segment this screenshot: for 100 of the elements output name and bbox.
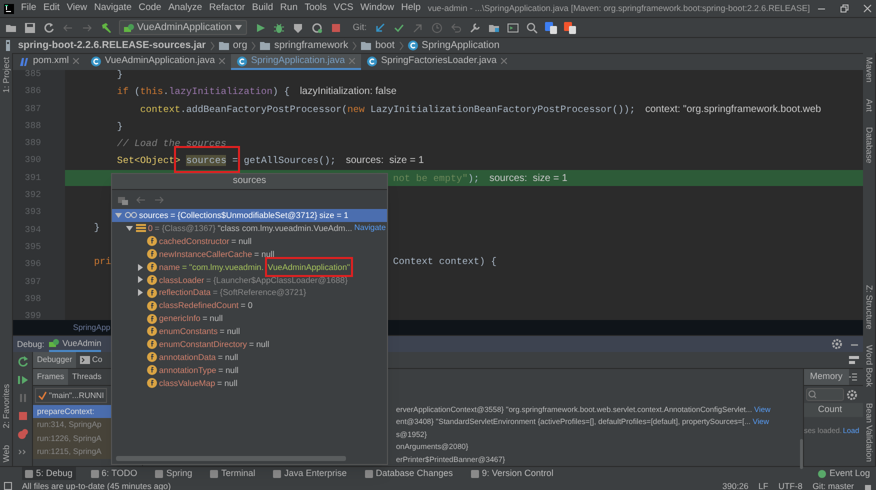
profiler-icon[interactable] — [310, 22, 323, 34]
tool-window-tab[interactable]: Database — [862, 127, 876, 164]
breakpoints-icon[interactable] — [16, 428, 28, 440]
down-left-arrow-icon[interactable] — [374, 22, 386, 34]
menu-item[interactable]: Tools — [304, 1, 327, 16]
tool-window-tab[interactable]: Java Enterprise — [270, 467, 350, 480]
menu-item[interactable]: Edit — [43, 1, 60, 16]
settings-icon[interactable] — [847, 390, 857, 400]
menu-item[interactable]: Run — [280, 1, 298, 16]
close-icon[interactable] — [500, 58, 507, 64]
tree-row[interactable]: annotationData = null — [112, 350, 387, 364]
close-icon[interactable] — [862, 4, 872, 13]
tree-row[interactable]: genericInfo = null — [112, 312, 387, 326]
tree-row[interactable]: newInstanceCallerCache = null — [112, 248, 387, 261]
tree-row[interactable]: name = "com.lmy.vueadmin. VueAdminApplication" — [112, 260, 387, 274]
frames-tab[interactable]: Frames — [33, 369, 68, 385]
translate-icon[interactable] — [544, 22, 557, 34]
wrench-icon[interactable] — [468, 22, 481, 34]
editor-tab[interactable]: pom.xml — [13, 54, 85, 70]
tool-window-tab[interactable]: Web — [0, 444, 12, 462]
tool-window-tab[interactable]: Z: Structure — [862, 284, 876, 330]
variable-value: = null — [254, 248, 274, 260]
breadcrumb-item[interactable]: SpringApplication — [422, 38, 500, 53]
menu-item[interactable]: Analyze — [168, 1, 202, 16]
frames-tab[interactable]: Threads — [68, 369, 106, 385]
status-item[interactable]: 390:26 — [722, 480, 748, 490]
search-icon[interactable] — [526, 22, 538, 34]
settings-icon[interactable] — [832, 339, 842, 349]
terminal-icon[interactable] — [506, 22, 519, 34]
menu-item[interactable]: VCS — [334, 1, 354, 16]
checkmark-icon[interactable] — [392, 22, 405, 34]
translate-icon[interactable] — [564, 22, 576, 34]
tool-window-tab[interactable]: Spring — [152, 467, 196, 480]
shield-icon[interactable] — [292, 22, 304, 34]
editor-tab[interactable]: VueAdminApplication.java — [84, 54, 231, 70]
menu-item[interactable]: Refactor — [209, 1, 246, 16]
thread-dropdown[interactable]: "main"...RUNNI — [35, 388, 107, 403]
resume-icon[interactable] — [16, 374, 28, 386]
menu-item[interactable]: Window — [360, 1, 394, 16]
tree-row[interactable]: enumConstants = null — [112, 325, 387, 338]
stop-icon[interactable] — [330, 22, 342, 34]
navigate-link[interactable]: Navigate — [354, 222, 386, 234]
tool-window-tab[interactable]: 9: Version Control — [468, 467, 556, 480]
tree-row[interactable]: 0 = {Class@1367} "class com.lmy.vueadmin.VueAdm... Navigate — [112, 222, 387, 235]
status-item[interactable]: Git: master — [812, 480, 854, 490]
editor-tab[interactable]: SpringFactoriesLoader.java — [360, 54, 513, 70]
caret-icon — [234, 25, 242, 30]
tree-row[interactable]: sources = {Collections$UnmodifiableSet@3712} size = 1 — [112, 209, 387, 222]
close-icon[interactable] — [72, 58, 79, 64]
save-icon[interactable] — [24, 22, 36, 34]
tool-window-tab[interactable]: Ant — [862, 98, 876, 112]
tree-row[interactable]: classValueMap = null — [112, 376, 387, 390]
tree-row[interactable]: enumConstantDirectory = null — [112, 338, 387, 351]
tool-window-tab[interactable]: Maven — [862, 57, 876, 83]
tool-window-tab[interactable]: 2: Favorites — [0, 384, 12, 429]
stop-icon[interactable] — [16, 410, 28, 422]
editor-breadcrumb[interactable]: SpringApp — [73, 322, 110, 334]
rerun-icon[interactable] — [16, 356, 28, 368]
tree-row[interactable]: classRedefinedCount = 0 — [112, 299, 387, 312]
menu-icon[interactable] — [848, 373, 857, 381]
tool-window-tab[interactable]: 5: Debug — [22, 467, 76, 480]
tool-window-tab[interactable]: Database Changes — [362, 467, 456, 480]
run-configuration-dropdown[interactable]: VueAdminApplication — [119, 20, 247, 35]
status-item[interactable]: LF — [758, 480, 768, 490]
breadcrumb-item[interactable]: springframework — [274, 38, 348, 53]
menu-item[interactable]: File — [21, 1, 36, 16]
menu-item[interactable]: Code — [138, 1, 162, 16]
code-text: new — [347, 104, 365, 115]
breadcrumb-item[interactable]: org — [232, 38, 248, 53]
menu-item[interactable]: View — [66, 1, 88, 16]
editor-tab[interactable]: SpringApplication.java — [230, 54, 361, 70]
pin-icon[interactable] — [118, 194, 128, 204]
menu-item[interactable]: Build — [252, 1, 274, 16]
status-item[interactable]: UTF-8 — [778, 480, 802, 490]
menu-item[interactable]: Help — [401, 1, 421, 16]
tree-row[interactable]: cachedConstructor = null — [112, 234, 387, 248]
memory-tab[interactable]: Memory — [804, 369, 849, 385]
sync-icon[interactable] — [43, 22, 55, 34]
breadcrumb-item[interactable]: boot — [375, 38, 395, 53]
search-field[interactable] — [806, 388, 844, 401]
event-log-tab[interactable]: Event Log — [818, 466, 870, 480]
close-icon[interactable] — [218, 58, 225, 64]
tool-window-tab[interactable]: Bean Validation — [862, 403, 876, 462]
field-icon — [147, 314, 157, 324]
scrollbar-thumb[interactable] — [116, 456, 346, 461]
layout-icon[interactable] — [849, 355, 859, 365]
tree-row[interactable]: classLoader = {Launcher$AppClassLoader@1688} — [112, 273, 387, 286]
hammer-icon[interactable] — [100, 22, 112, 34]
bug-icon[interactable] — [272, 22, 285, 34]
breadcrumb-item[interactable]: spring-boot-2.2.6.RELEASE-sources.jar — [18, 38, 206, 53]
tool-window-tab[interactable]: Word Book — [862, 345, 876, 388]
debugger-tab[interactable]: Co — [76, 352, 106, 368]
tree-row[interactable]: reflectionData = {SoftReference@3721} — [112, 286, 387, 300]
menu-item[interactable]: Navigate — [94, 1, 132, 16]
tool-window-tab[interactable]: 1: Project — [0, 57, 12, 93]
restore-icon[interactable] — [840, 4, 849, 13]
tool-window-tab[interactable]: Terminal — [207, 467, 258, 480]
debugger-tab[interactable]: Debugger — [33, 352, 76, 368]
tree-row[interactable]: annotationType = null — [112, 364, 387, 377]
tool-window-tab[interactable]: 6: TODO — [88, 467, 140, 480]
